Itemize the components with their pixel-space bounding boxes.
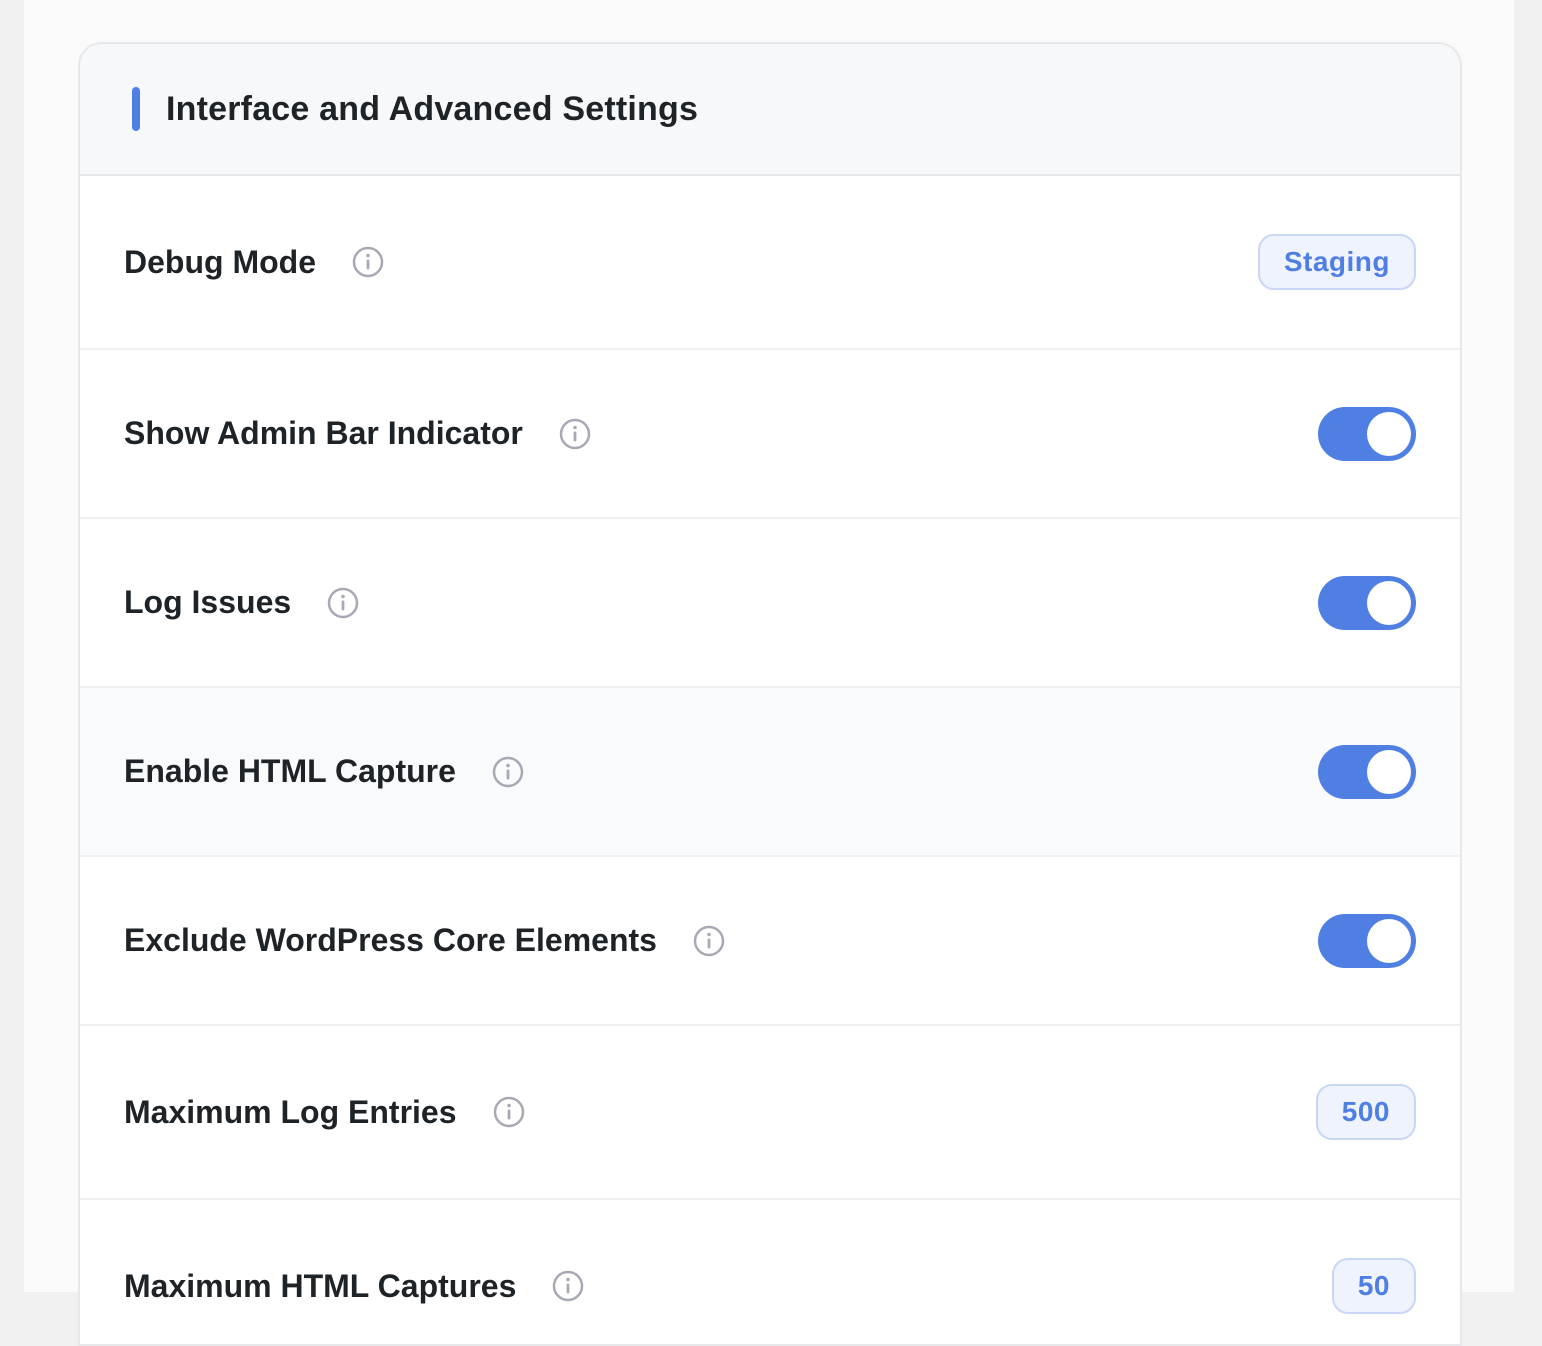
setting-row-show-admin-bar-indicator: Show Admin Bar Indicator xyxy=(80,350,1460,519)
info-icon[interactable] xyxy=(559,418,591,450)
setting-row-maximum-html-captures: Maximum HTML Captures 50 xyxy=(80,1200,1460,1344)
setting-row-debug-mode: Debug Mode Staging xyxy=(80,176,1460,350)
setting-label: Show Admin Bar Indicator xyxy=(124,415,523,451)
card-header: Interface and Advanced Settings xyxy=(80,44,1460,176)
settings-card: Interface and Advanced Settings Debug Mo… xyxy=(78,42,1462,1346)
setting-label: Exclude WordPress Core Elements xyxy=(124,922,657,958)
html-capture-toggle[interactable] xyxy=(1318,744,1416,799)
max-html-captures-badge[interactable]: 50 xyxy=(1331,1258,1416,1314)
toggle-knob xyxy=(1367,411,1411,456)
setting-label: Enable HTML Capture xyxy=(124,753,456,789)
info-icon[interactable] xyxy=(352,246,384,278)
info-icon[interactable] xyxy=(327,587,359,619)
settings-page: Interface and Advanced Settings Debug Mo… xyxy=(24,0,1514,1346)
setting-label: Debug Mode xyxy=(124,243,316,280)
toggle-knob xyxy=(1367,580,1411,625)
setting-row-exclude-wordpress-core: Exclude WordPress Core Elements xyxy=(80,857,1460,1026)
setting-label: Maximum Log Entries xyxy=(124,1093,457,1130)
log-issues-toggle[interactable] xyxy=(1318,575,1416,630)
info-icon[interactable] xyxy=(693,925,725,957)
toggle-knob xyxy=(1367,918,1411,963)
setting-row-enable-html-capture: Enable HTML Capture xyxy=(80,688,1460,857)
section-title: Interface and Advanced Settings xyxy=(166,89,699,128)
exclude-core-elements-toggle[interactable] xyxy=(1318,913,1416,968)
debug-mode-badge[interactable]: Staging xyxy=(1257,234,1416,290)
max-log-entries-badge[interactable]: 500 xyxy=(1315,1084,1416,1140)
setting-row-log-issues: Log Issues xyxy=(80,519,1460,688)
setting-label: Maximum HTML Captures xyxy=(124,1267,517,1304)
admin-bar-indicator-toggle[interactable] xyxy=(1318,406,1416,461)
setting-row-maximum-log-entries: Maximum Log Entries 500 xyxy=(80,1026,1460,1200)
accent-bar xyxy=(132,87,140,131)
toggle-knob xyxy=(1367,749,1411,794)
setting-label: Log Issues xyxy=(124,584,292,620)
info-icon[interactable] xyxy=(493,1096,525,1128)
info-icon[interactable] xyxy=(552,1270,584,1302)
info-icon[interactable] xyxy=(492,756,524,788)
